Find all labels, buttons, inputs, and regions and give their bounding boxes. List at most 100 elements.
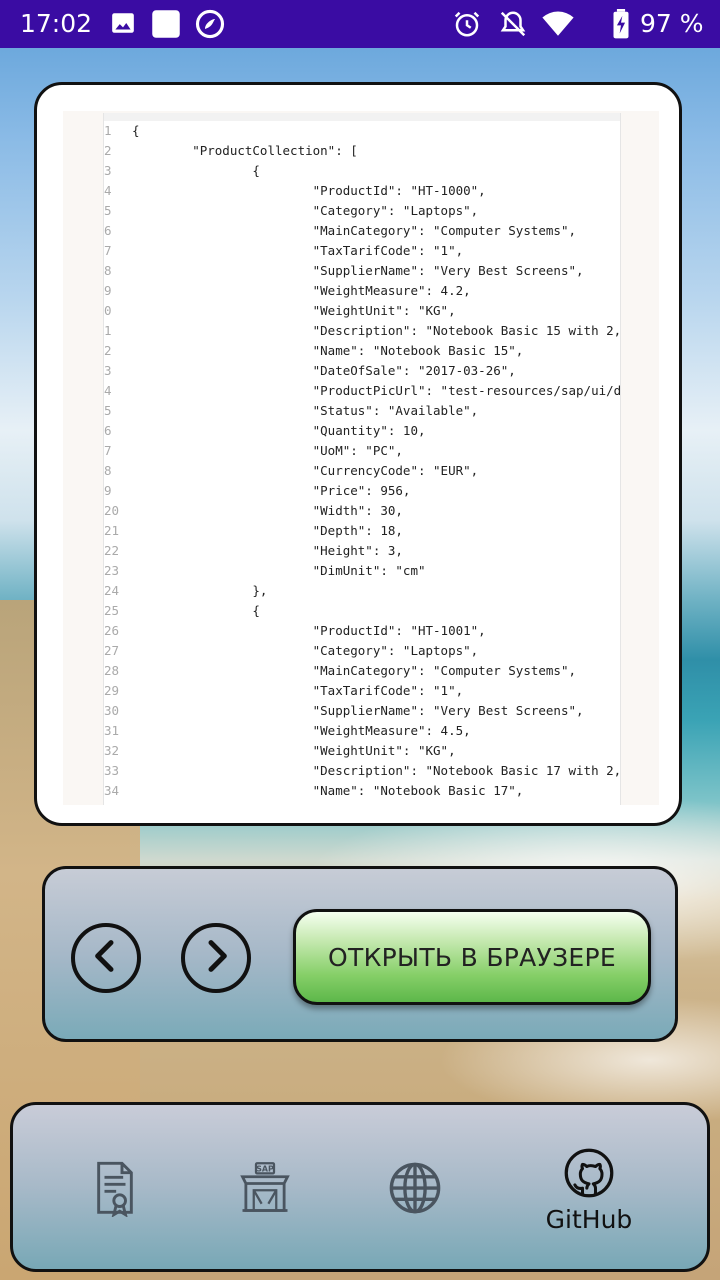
code-text: "ProductId": "HT-1001", bbox=[132, 623, 486, 638]
code-text: "WeightUnit": "KG", bbox=[132, 743, 456, 758]
bottom-navigation: SAP GitHub bbox=[10, 1102, 710, 1272]
code-line: 9 "WeightMeasure": 4.2, bbox=[104, 281, 620, 301]
code-text: { bbox=[132, 603, 260, 618]
line-number: 24 bbox=[104, 583, 120, 598]
code-text: }, bbox=[132, 583, 268, 598]
tab-github[interactable]: GitHub bbox=[529, 1147, 649, 1257]
line-number: 4 bbox=[104, 183, 112, 198]
line-number: 23 bbox=[104, 563, 120, 578]
line-number: 21 bbox=[104, 523, 120, 538]
code-line: 30 "SupplierName": "Very Best Screens", bbox=[104, 701, 620, 721]
code-viewer: 1{2 "ProductCollection": [3 {4 "ProductI… bbox=[103, 113, 621, 805]
code-line: 23 "DimUnit": "cm" bbox=[104, 561, 620, 581]
code-line: 26 "ProductId": "HT-1001", bbox=[104, 621, 620, 641]
code-line: 24 }, bbox=[104, 581, 620, 601]
tab-sap[interactable]: SAP bbox=[205, 1145, 325, 1255]
line-number: 1 bbox=[104, 123, 112, 138]
code-text: "UoM": "PC", bbox=[132, 443, 403, 458]
line-number: 29 bbox=[104, 683, 120, 698]
code-line: 1 "Description": "Notebook Basic 15 with… bbox=[104, 321, 621, 341]
code-text: "WeightMeasure": 4.2, bbox=[132, 283, 471, 298]
line-number: 32 bbox=[104, 743, 120, 758]
code-text: "WeightMeasure": 4.5, bbox=[132, 723, 471, 738]
line-number: 25 bbox=[104, 603, 120, 618]
code-text: "ProductId": "HT-1000", bbox=[132, 183, 486, 198]
code-text: "MainCategory": "Computer Systems", bbox=[132, 663, 577, 678]
code-text: "Category": "Laptops", bbox=[132, 203, 479, 218]
code-text: "TaxTarifCode": "1", bbox=[132, 243, 464, 258]
code-text: "Height": 3, bbox=[132, 543, 403, 558]
code-line: 28 "MainCategory": "Computer Systems", bbox=[104, 661, 620, 681]
previous-button[interactable] bbox=[71, 923, 141, 993]
line-number: 7 bbox=[104, 243, 112, 258]
code-text: "WeightUnit": "KG", bbox=[132, 303, 456, 318]
status-bar: 17:02 97 % bbox=[0, 0, 720, 48]
code-text: { bbox=[132, 163, 260, 178]
code-text: "Depth": 18, bbox=[132, 523, 403, 538]
line-number: 9 bbox=[104, 283, 112, 298]
line-number: 3 bbox=[104, 363, 112, 378]
code-line: 4 "ProductId": "HT-1000", bbox=[104, 181, 620, 201]
chevron-right-icon bbox=[196, 936, 236, 980]
code-line: 31 "WeightMeasure": 4.5, bbox=[104, 721, 620, 741]
code-line: 5 "Status": "Available", bbox=[104, 401, 620, 421]
code-text: "CurrencyCode": "EUR", bbox=[132, 463, 479, 478]
line-number: 1 bbox=[104, 323, 112, 338]
square-icon bbox=[151, 9, 181, 43]
navigation-panel: ОТКРЫТЬ В БРАУЗЕРЕ bbox=[42, 866, 678, 1042]
code-text: "Description": "Notebook Basic 17 with 2… bbox=[132, 763, 621, 778]
line-number: 8 bbox=[104, 463, 112, 478]
image-icon bbox=[110, 10, 136, 40]
wifi-icon bbox=[542, 11, 574, 41]
line-number: 9 bbox=[104, 483, 112, 498]
open-in-browser-button[interactable]: ОТКРЫТЬ В БРАУЗЕРЕ bbox=[293, 909, 651, 1005]
line-number: 2 bbox=[104, 143, 112, 158]
code-line: 32 "WeightUnit": "KG", bbox=[104, 741, 620, 761]
code-text: "ProductCollection": [ bbox=[132, 143, 358, 158]
code-line: 21 "Depth": 18, bbox=[104, 521, 620, 541]
battery-percent: 97 % bbox=[640, 9, 704, 38]
code-text: "SupplierName": "Very Best Screens", bbox=[132, 263, 584, 278]
line-number: 5 bbox=[104, 403, 112, 418]
code-line: 6 "Quantity": 10, bbox=[104, 421, 620, 441]
code-text: "Status": "Available", bbox=[132, 403, 479, 418]
code-line: 1{ bbox=[104, 121, 620, 141]
code-line: 7 "UoM": "PC", bbox=[104, 441, 620, 461]
code-text: "Price": 956, bbox=[132, 483, 411, 498]
vpn-icon bbox=[195, 9, 225, 43]
code-line: 4 "ProductPicUrl": "test-resources/sap/u… bbox=[104, 381, 621, 401]
line-number: 34 bbox=[104, 783, 120, 798]
code-text: "Name": "Notebook Basic 15", bbox=[132, 343, 524, 358]
status-time: 17:02 bbox=[20, 9, 93, 38]
line-number: 6 bbox=[104, 223, 112, 238]
code-text: "Quantity": 10, bbox=[132, 423, 426, 438]
line-number: 4 bbox=[104, 383, 112, 398]
battery-charging-icon bbox=[612, 9, 630, 43]
code-line: 0 "WeightUnit": "KG", bbox=[104, 301, 620, 321]
line-number: 8 bbox=[104, 263, 112, 278]
line-number: 31 bbox=[104, 723, 120, 738]
line-number: 20 bbox=[104, 503, 120, 518]
code-line: 7 "TaxTarifCode": "1", bbox=[104, 241, 620, 261]
code-text: "Name": "Notebook Basic 17", bbox=[132, 783, 524, 798]
line-number: 6 bbox=[104, 423, 112, 438]
tab-certificate[interactable] bbox=[55, 1145, 175, 1255]
mute-icon bbox=[498, 9, 528, 43]
next-button[interactable] bbox=[181, 923, 251, 993]
sap-store-icon: SAP bbox=[238, 1161, 292, 1219]
line-number: 26 bbox=[104, 623, 120, 638]
line-number: 7 bbox=[104, 443, 112, 458]
code-line: 6 "MainCategory": "Computer Systems", bbox=[104, 221, 620, 241]
code-line: 27 "Category": "Laptops", bbox=[104, 641, 620, 661]
code-text: "DimUnit": "cm" bbox=[132, 563, 426, 578]
code-text: "ProductPicUrl": "test-resources/sap/ui/… bbox=[132, 383, 621, 398]
code-line: 8 "SupplierName": "Very Best Screens", bbox=[104, 261, 620, 281]
json-preview-card[interactable]: 1{2 "ProductCollection": [3 {4 "ProductI… bbox=[34, 82, 682, 826]
certificate-document-icon bbox=[90, 1161, 140, 1221]
code-text: "Description": "Notebook Basic 15 with 2… bbox=[132, 323, 621, 338]
code-line: 25 { bbox=[104, 601, 620, 621]
line-number: 27 bbox=[104, 643, 120, 658]
code-line: 3 "DateOfSale": "2017-03-26", bbox=[104, 361, 620, 381]
svg-text:SAP: SAP bbox=[256, 1165, 274, 1174]
tab-web[interactable] bbox=[355, 1145, 475, 1255]
